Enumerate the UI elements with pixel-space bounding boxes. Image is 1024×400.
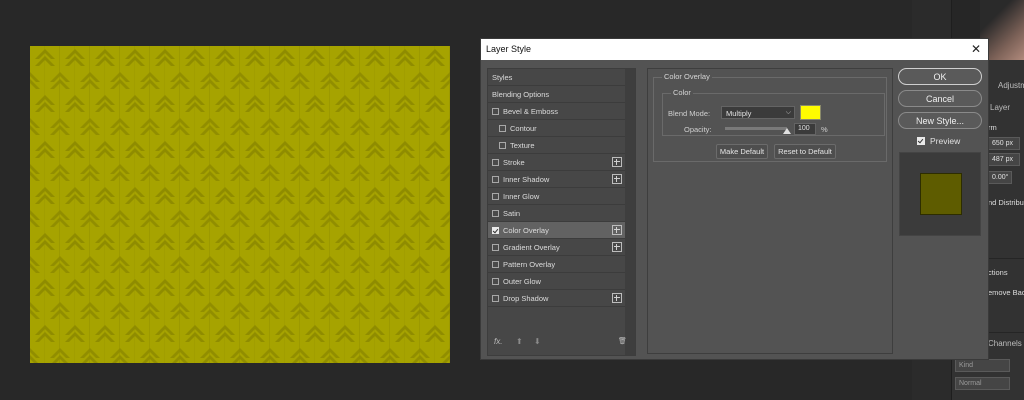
style-item-outer-glow[interactable]: Outer Glow xyxy=(488,273,625,290)
opacity-label: Opacity: xyxy=(684,125,712,134)
group-title: Color Overlay xyxy=(662,72,712,81)
opacity-unit: % xyxy=(821,125,828,134)
color-overlay-group: Color Overlay Color Blend Mode: Multiply… xyxy=(653,72,887,162)
styles-list-panel: Styles Blending Options Bevel & Emboss Cont… xyxy=(487,68,636,356)
preview-label: Preview xyxy=(930,136,961,146)
layer-blend-mode[interactable]: Normal xyxy=(955,377,1010,390)
layer-style-dialog: Layer Style ✕ Styles Blending Options Beve… xyxy=(480,38,989,360)
style-item-texture[interactable]: Texture xyxy=(488,137,625,154)
preview-toggle[interactable]: Preview xyxy=(917,136,960,146)
reset-to-default-button[interactable]: Reset to Default xyxy=(774,144,836,159)
style-item-inner-shadow[interactable]: Inner Shadow xyxy=(488,171,625,188)
angle-field[interactable]: 0.00° xyxy=(988,171,1012,184)
close-icon[interactable]: ✕ xyxy=(971,42,981,56)
blend-mode-label: Blend Mode: xyxy=(668,109,711,118)
opacity-input[interactable]: 100 xyxy=(794,123,816,135)
style-checkbox[interactable] xyxy=(492,226,499,234)
styles-footer: fx. ⬆ ⬇ 🗑 xyxy=(494,337,629,349)
move-down-icon[interactable]: ⬇ xyxy=(534,337,541,346)
align-distribute-label: nd Distribu xyxy=(988,198,1024,207)
color-group-title: Color xyxy=(671,88,693,97)
opacity-slider[interactable] xyxy=(725,127,791,134)
remove-background-button[interactable]: emove Back xyxy=(988,288,1024,297)
style-item-label: Inner Glow xyxy=(503,191,540,201)
styles-scrollbar[interactable] xyxy=(625,69,635,355)
style-item-drop-shadow[interactable]: Drop Shadow xyxy=(488,290,625,307)
style-item-label: Color Overlay xyxy=(503,225,549,235)
opacity-slider-thumb[interactable] xyxy=(783,128,791,134)
style-item-satin[interactable]: Satin xyxy=(488,205,625,222)
style-checkbox[interactable] xyxy=(492,260,499,268)
add-effect-icon[interactable] xyxy=(612,157,622,167)
style-item-label: Bevel & Emboss xyxy=(503,106,559,116)
style-item-stroke[interactable]: Stroke xyxy=(488,154,625,171)
blend-mode-value: Multiply xyxy=(726,109,752,118)
style-item-styles[interactable]: Styles xyxy=(488,69,625,86)
dialog-titlebar[interactable]: Layer Style ✕ xyxy=(481,39,988,60)
style-item-label: Gradient Overlay xyxy=(503,242,560,252)
style-item-label: Contour xyxy=(510,123,537,133)
style-checkbox[interactable] xyxy=(499,141,506,149)
layer-kind-filter[interactable]: Kind xyxy=(955,359,1010,372)
style-checkbox[interactable] xyxy=(492,277,499,285)
style-item-bevel-emboss[interactable]: Bevel & Emboss xyxy=(488,103,625,120)
style-item-label: Stroke xyxy=(503,157,525,167)
color-group: Color Blend Mode: Multiply ⌵ Opacity: 10… xyxy=(662,88,885,136)
preview-swatch xyxy=(920,173,962,215)
style-item-label: Texture xyxy=(510,140,535,150)
style-checkbox[interactable] xyxy=(499,124,506,132)
chevron-down-icon: ⌵ xyxy=(785,109,791,116)
document-canvas[interactable] xyxy=(30,46,450,363)
add-effect-icon[interactable] xyxy=(612,242,622,252)
tab-layer-properties[interactable]: Layer xyxy=(990,103,1010,112)
styles-list: Styles Blending Options Bevel & Emboss Cont… xyxy=(488,69,625,307)
preview-checkbox[interactable] xyxy=(917,137,925,145)
style-preview xyxy=(899,152,981,236)
style-item-contour[interactable]: Contour xyxy=(488,120,625,137)
style-item-label: Outer Glow xyxy=(503,276,541,286)
style-item-color-overlay[interactable]: Color Overlay xyxy=(488,222,625,239)
overlay-color-swatch[interactable] xyxy=(800,105,821,120)
style-item-gradient-overlay[interactable]: Gradient Overlay xyxy=(488,239,625,256)
make-default-button[interactable]: Make Default xyxy=(716,144,768,159)
style-item-pattern-overlay[interactable]: Pattern Overlay xyxy=(488,256,625,273)
add-effect-icon[interactable] xyxy=(612,293,622,303)
style-checkbox[interactable] xyxy=(492,175,499,183)
new-style-button[interactable]: New Style... xyxy=(898,112,982,129)
style-item-inner-glow[interactable]: Inner Glow xyxy=(488,188,625,205)
style-item-label: Styles xyxy=(492,72,513,82)
add-effect-icon[interactable] xyxy=(612,174,622,184)
transform-section-label: rm xyxy=(988,123,997,132)
height-field[interactable]: 487 px xyxy=(988,153,1020,166)
move-up-icon[interactable]: ⬆ xyxy=(516,337,523,346)
cancel-button[interactable]: Cancel xyxy=(898,90,982,107)
ok-button[interactable]: OK xyxy=(898,68,982,85)
style-item-label: Drop Shadow xyxy=(503,293,549,303)
style-checkbox[interactable] xyxy=(492,158,499,166)
quick-actions-label: ctions xyxy=(988,268,1008,277)
add-effect-icon[interactable] xyxy=(612,225,622,235)
style-item-label: Inner Shadow xyxy=(503,174,550,184)
style-item-label: Blending Options xyxy=(492,89,550,99)
tab-channels[interactable]: Channels xyxy=(988,339,1022,348)
chevron-pattern xyxy=(30,46,450,363)
style-checkbox[interactable] xyxy=(492,294,499,302)
dialog-title: Layer Style xyxy=(486,44,532,54)
style-item-label: Satin xyxy=(503,208,521,218)
fx-icon[interactable]: fx. xyxy=(494,337,502,346)
blend-mode-select[interactable]: Multiply ⌵ xyxy=(721,106,795,119)
style-item-blending-options[interactable]: Blending Options xyxy=(488,86,625,103)
style-checkbox[interactable] xyxy=(492,107,499,115)
style-checkbox[interactable] xyxy=(492,243,499,251)
width-field[interactable]: 650 px xyxy=(988,137,1020,150)
color-overlay-panel: Color Overlay Color Blend Mode: Multiply… xyxy=(647,68,893,354)
style-item-label: Pattern Overlay xyxy=(503,259,556,269)
style-checkbox[interactable] xyxy=(492,209,499,217)
tab-adjustments[interactable]: Adjustm xyxy=(998,81,1024,90)
style-checkbox[interactable] xyxy=(492,192,499,200)
trash-icon[interactable]: 🗑 xyxy=(618,337,627,345)
